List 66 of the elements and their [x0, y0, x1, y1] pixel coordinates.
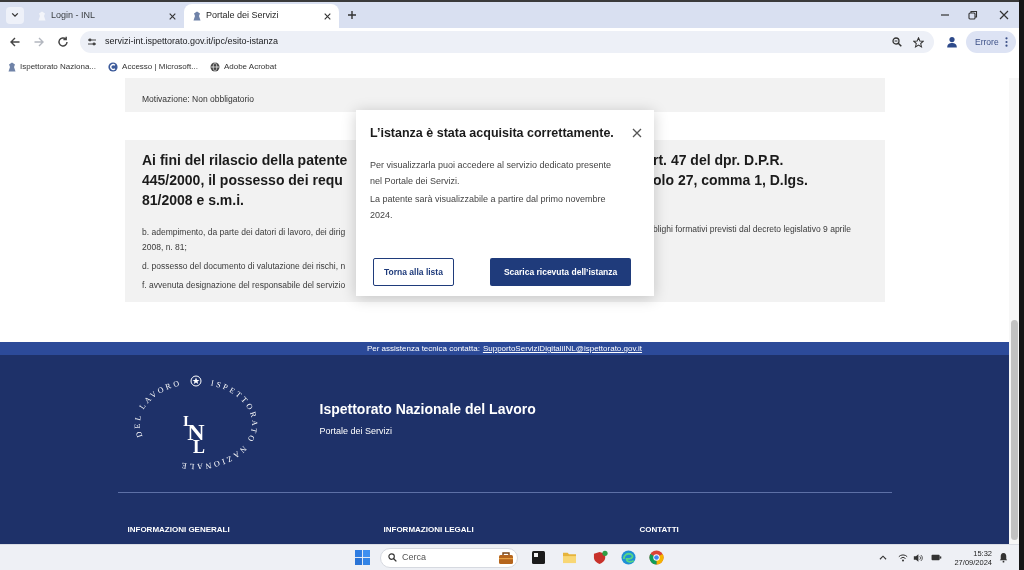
- round-logo-icon[interactable]: [649, 550, 664, 565]
- footer-title: Ispettorato Nazionale del Lavoro: [319, 400, 536, 418]
- briefcase-icon: [498, 550, 514, 565]
- chevron-up-icon[interactable]: [879, 554, 888, 561]
- browser-tab[interactable]: Portale dei Servizi: [184, 4, 339, 28]
- tab-list-button[interactable]: [6, 6, 24, 24]
- browser-tab[interactable]: Login - INL: [29, 4, 184, 28]
- primary-button[interactable]: Scarica ricevuta dell’istanza: [489, 258, 632, 286]
- close-icon[interactable]: [324, 12, 331, 20]
- support-email-link[interactable]: SupportoServiziDigitaliINL@ispettorato.gov.it: [482, 342, 643, 355]
- column-heading: INFORMAZIONI GENERALI: [127, 525, 230, 534]
- crest-icon: [193, 11, 201, 21]
- column-heading: CONTATTI: [639, 525, 679, 534]
- item-text: b. adempimento, da parte dei datori di lavoro, dei dirig: [142, 226, 346, 237]
- address-bar[interactable]: servizi-int.ispettorato.gov.it/ipc/esito-istanza: [80, 31, 934, 53]
- close-icon[interactable]: [632, 128, 642, 138]
- person-icon[interactable]: [946, 36, 958, 48]
- dialog-title: L’istanza è stata acquisita correttamente.: [370, 125, 614, 142]
- shield-icon[interactable]: [593, 550, 608, 565]
- crest-icon: [38, 11, 46, 21]
- speaker-icon[interactable]: [913, 552, 924, 563]
- restore-icon[interactable]: [968, 10, 978, 20]
- swirl-icon[interactable]: [621, 550, 636, 565]
- chevron-down-icon: [11, 11, 19, 19]
- bell-icon[interactable]: [999, 552, 1008, 563]
- footer-subtitle: Portale dei Servizi: [319, 425, 394, 437]
- reload-icon[interactable]: [57, 36, 69, 48]
- back-arrow-icon[interactable]: [9, 36, 21, 48]
- heading-text: olo 27, comma 1, D.lgs.: [653, 171, 808, 190]
- item-text: blighi formativi previsti dal decreto legislativo 9 aprile: [653, 223, 851, 236]
- scrollbar-thumb[interactable]: [1010, 320, 1018, 540]
- item-text: d. possesso del documento di valutazione dei rischi, n: [142, 260, 346, 271]
- heading-text: Ai fini del rilascio della patente: [142, 152, 348, 168]
- support-text: Per assistenza tecnica contatta:: [366, 343, 480, 355]
- heading-text: rt. 47 del dpr. D.P.R.: [653, 151, 784, 170]
- dialog-text: Per visualizzarla puoi accedere al servizio dedicato presente nel Portale dei Servizi.: [370, 159, 613, 188]
- column-heading: INFORMAZIONI LEGALI: [383, 525, 474, 534]
- more-icon: [1005, 37, 1008, 47]
- close-icon[interactable]: [169, 12, 176, 20]
- heading-text: 445/2000, il possesso dei requ: [142, 172, 343, 188]
- globe-icon: [209, 62, 220, 72]
- reason-text: Motivazione: Non obbligatorio: [142, 94, 254, 104]
- magnifier-icon[interactable]: [892, 37, 902, 47]
- search-box[interactable]: Cerca: [380, 547, 518, 568]
- battery-icon[interactable]: [931, 553, 943, 562]
- sliders-icon[interactable]: [87, 37, 97, 47]
- item-text: f. avvenuta designazione del responsabile del servizio: [142, 279, 346, 290]
- heading-text: 81/2008 e s.m.i.: [142, 192, 244, 208]
- profile-button[interactable]: Errore: [966, 31, 1016, 53]
- search-input[interactable]: Cerca: [402, 550, 462, 565]
- four-squares-icon[interactable]: [355, 550, 370, 565]
- star-icon[interactable]: [913, 36, 924, 48]
- bookmark[interactable]: Ispettorato Naziona...: [8, 61, 97, 73]
- crest-icon: [8, 62, 16, 72]
- url-field[interactable]: servizi-int.ispettorato.gov.it/ipc/esito-istanza: [105, 35, 278, 49]
- close-icon[interactable]: [999, 10, 1009, 20]
- wifi-icon[interactable]: [898, 553, 909, 562]
- search-icon: [388, 553, 397, 562]
- secondary-button[interactable]: Torna alla lista: [373, 258, 454, 286]
- item-text: 2008, n. 81;: [142, 241, 187, 252]
- dialog-text: La patente sarà visualizzabile a partire dal primo novembre 2024.: [370, 193, 607, 222]
- plus-icon[interactable]: [347, 10, 357, 20]
- round-app-icon: [108, 62, 119, 72]
- bookmark[interactable]: Adobe Acrobat: [209, 61, 277, 73]
- app-tile-icon[interactable]: [531, 550, 546, 565]
- bookmark[interactable]: Accesso | Microsoft...: [108, 61, 198, 73]
